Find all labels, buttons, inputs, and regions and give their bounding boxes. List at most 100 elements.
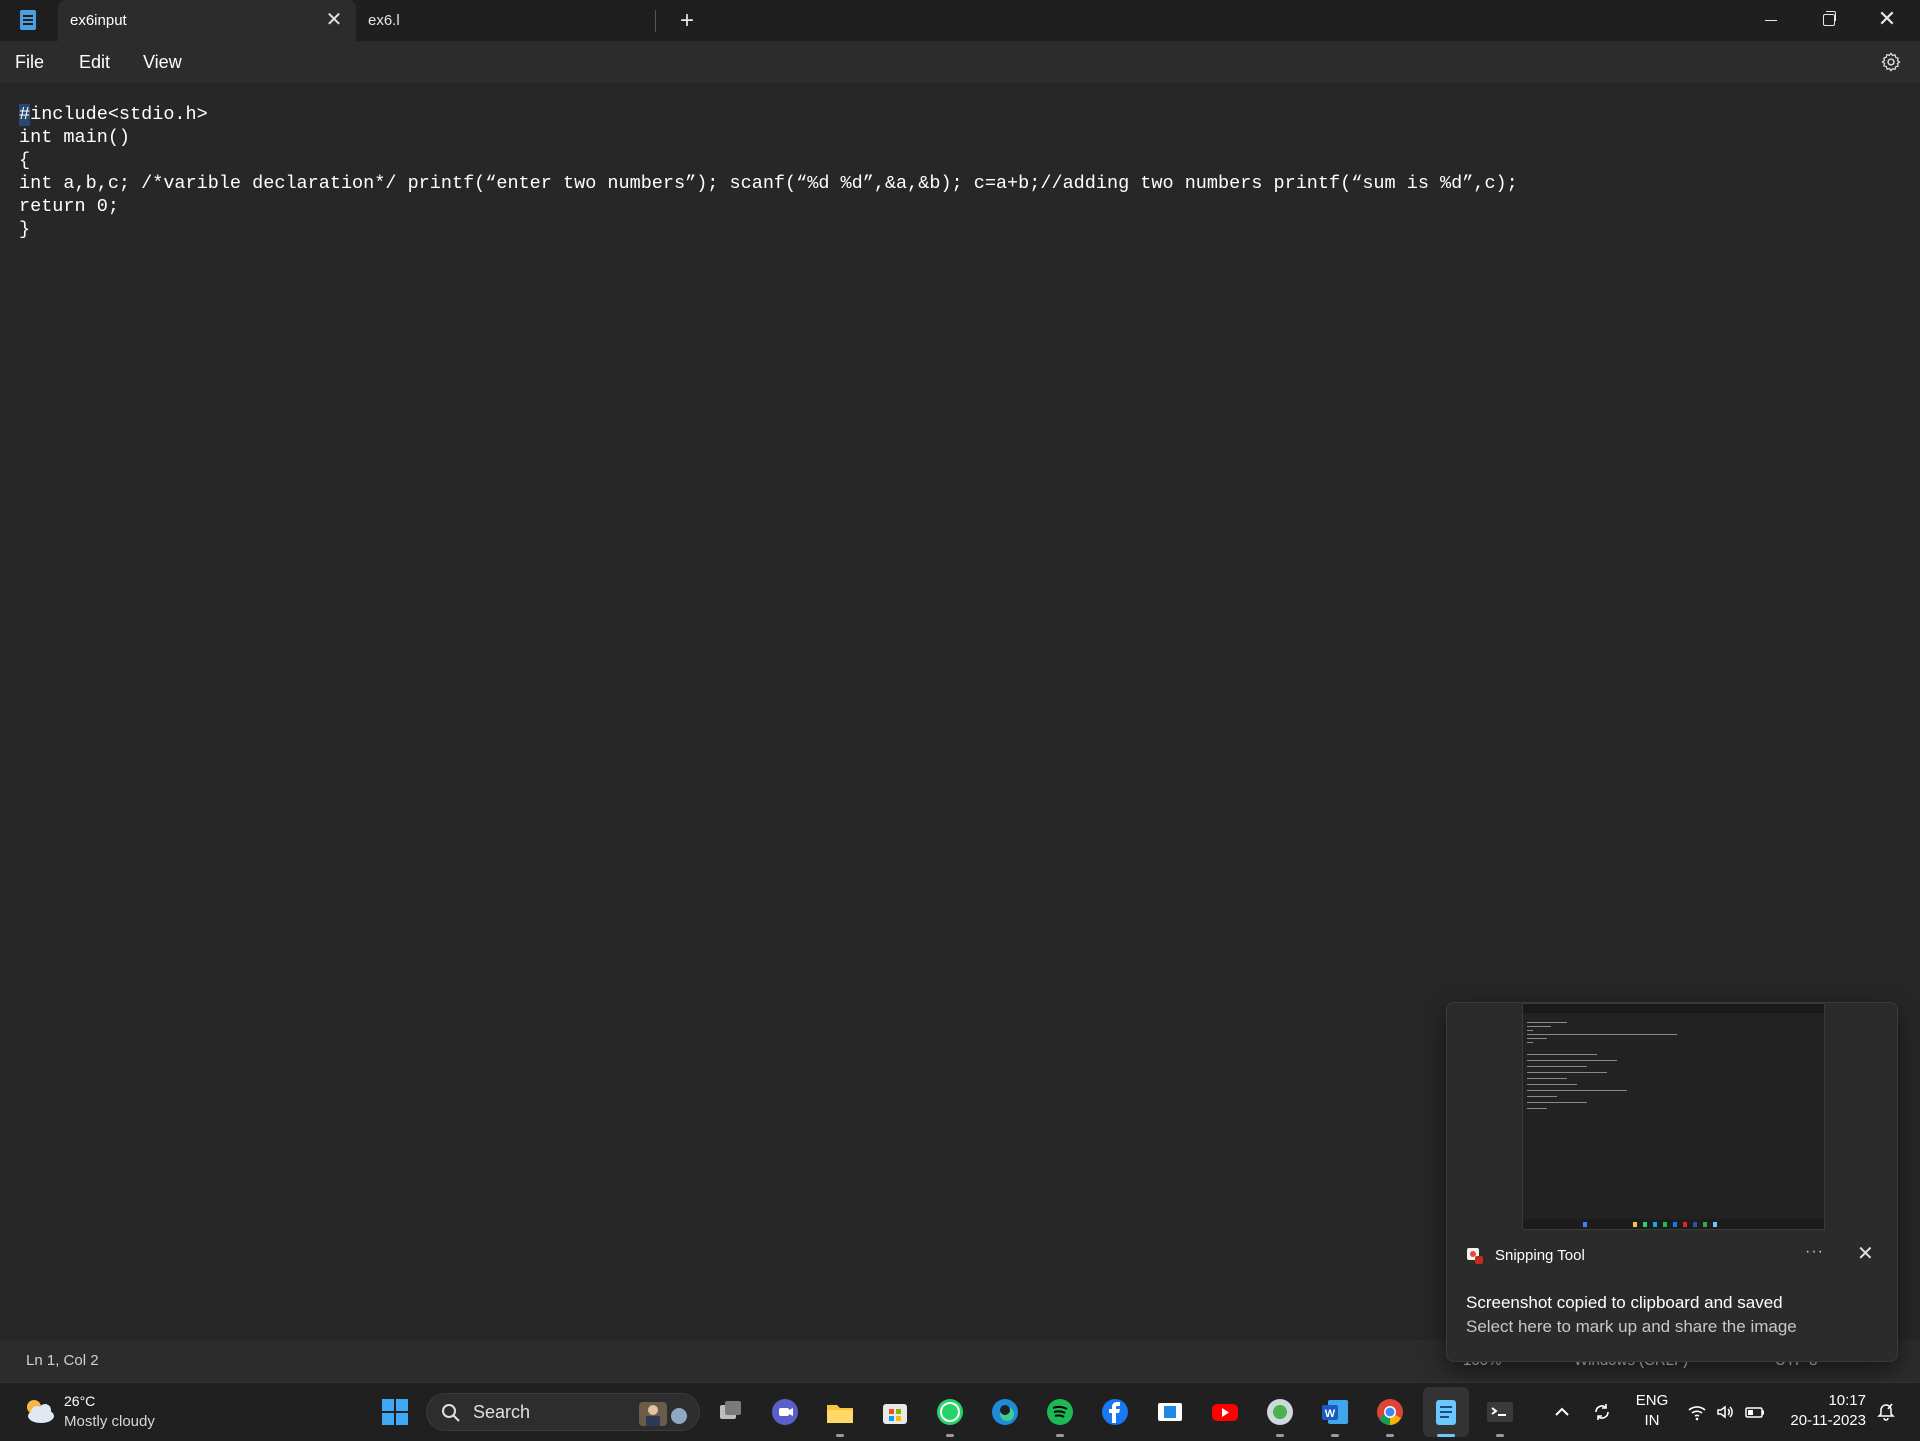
running-indicator bbox=[946, 1434, 954, 1437]
snipping-tool-icon bbox=[1467, 1248, 1483, 1264]
start-icon[interactable] bbox=[380, 1397, 410, 1427]
app-icon[interactable] bbox=[1265, 1397, 1295, 1427]
search-placeholder: Search bbox=[473, 1402, 531, 1422]
running-indicator bbox=[836, 1434, 844, 1437]
close-notification-icon[interactable]: ✕ bbox=[1857, 1241, 1874, 1266]
thumbnail-line bbox=[1527, 1078, 1567, 1079]
screenshot-thumbnail[interactable] bbox=[1522, 1003, 1825, 1230]
code-line: #include<stdio.h> bbox=[19, 104, 208, 125]
task-view-icon[interactable] bbox=[716, 1397, 746, 1427]
thumbnail-line bbox=[1527, 1084, 1577, 1085]
thumbnail-icon bbox=[1643, 1222, 1647, 1227]
battery-icon[interactable] bbox=[1745, 1402, 1765, 1422]
thumbnail-line bbox=[1527, 1042, 1533, 1043]
thumbnail-line bbox=[1527, 1090, 1627, 1091]
editor-text[interactable]: #include<stdio.h> int main() { int a,b,c… bbox=[19, 103, 1518, 241]
thumbnail-icon bbox=[1653, 1222, 1657, 1227]
restore-button[interactable] bbox=[1800, 0, 1858, 41]
thumbnail-taskbar bbox=[1523, 1219, 1824, 1229]
menu-view[interactable]: View bbox=[143, 41, 182, 83]
code-line: int a,b,c; /*varible declaration*/ print… bbox=[19, 173, 1518, 194]
weather-temperature[interactable]: 26°C bbox=[64, 1393, 95, 1409]
file-explorer-icon[interactable] bbox=[825, 1397, 855, 1427]
thumbnail-icon bbox=[1673, 1222, 1677, 1227]
thumbnail-line bbox=[1527, 1034, 1677, 1035]
restore-icon bbox=[1823, 11, 1836, 27]
store-icon[interactable] bbox=[880, 1397, 910, 1427]
menu-edit[interactable]: Edit bbox=[79, 41, 110, 83]
search-input[interactable]: Search bbox=[426, 1393, 700, 1431]
tab-divider bbox=[655, 10, 656, 32]
minimize-button[interactable] bbox=[1742, 0, 1800, 41]
whatsapp-icon[interactable] bbox=[935, 1397, 965, 1427]
edge-icon[interactable] bbox=[990, 1397, 1020, 1427]
thumbnail-line bbox=[1527, 1060, 1617, 1061]
thumbnail-icon bbox=[1693, 1222, 1697, 1227]
notification-app-name: Snipping Tool bbox=[1495, 1247, 1585, 1264]
sync-icon[interactable] bbox=[1592, 1402, 1612, 1422]
volume-icon[interactable] bbox=[1715, 1402, 1735, 1422]
spotify-icon[interactable] bbox=[1045, 1397, 1075, 1427]
weather-cloud-icon[interactable] bbox=[22, 1397, 56, 1425]
thumbnail-line bbox=[1527, 1102, 1587, 1103]
facebook-icon[interactable] bbox=[1100, 1397, 1130, 1427]
search-icon bbox=[442, 1404, 460, 1422]
teams-icon[interactable] bbox=[770, 1397, 800, 1427]
active-indicator bbox=[1437, 1434, 1455, 1437]
youtube-icon[interactable] bbox=[1210, 1397, 1240, 1427]
weather-description[interactable]: Mostly cloudy bbox=[64, 1413, 155, 1430]
notification-body: Select here to mark up and share the ima… bbox=[1466, 1317, 1797, 1336]
running-indicator bbox=[1386, 1434, 1394, 1437]
thumbnail-line bbox=[1527, 1030, 1533, 1031]
notification-title: Screenshot copied to clipboard and saved bbox=[1466, 1293, 1783, 1312]
notification-bell-icon[interactable] bbox=[1876, 1402, 1896, 1422]
tab-ex6input[interactable]: ex6input ✕ bbox=[58, 0, 356, 41]
thumbnail-icon bbox=[1683, 1222, 1687, 1227]
word-icon[interactable]: W bbox=[1320, 1397, 1350, 1427]
snipping-tool-notification[interactable]: Snipping Tool ··· ✕ Screenshot copied to… bbox=[1446, 1002, 1898, 1362]
more-options-icon[interactable]: ··· bbox=[1805, 1243, 1824, 1261]
menu-bar: File Edit View bbox=[0, 41, 1920, 83]
wifi-icon[interactable] bbox=[1687, 1402, 1707, 1422]
new-tab-button[interactable]: + bbox=[674, 0, 700, 41]
app-icon[interactable] bbox=[1155, 1397, 1185, 1427]
settings-gear-icon[interactable] bbox=[1880, 51, 1902, 73]
terminal-icon[interactable] bbox=[1485, 1397, 1515, 1427]
taskbar: 26°C Mostly cloudy Search W ENG IN 10:17… bbox=[0, 1382, 1920, 1441]
thumbnail-line bbox=[1527, 1096, 1557, 1097]
notepad-icon[interactable] bbox=[1431, 1397, 1461, 1427]
language-indicator[interactable]: ENG bbox=[1632, 1392, 1672, 1409]
thumbnail-icon bbox=[1703, 1222, 1707, 1227]
tab-label: ex6.l bbox=[368, 12, 400, 29]
search-highlight-icon bbox=[639, 1402, 687, 1426]
thumbnail-line bbox=[1527, 1038, 1547, 1039]
cursor-position: Ln 1, Col 2 bbox=[26, 1352, 99, 1369]
menu-file[interactable]: File bbox=[15, 41, 44, 83]
close-window-button[interactable]: ✕ bbox=[1858, 0, 1916, 41]
code-line: { bbox=[19, 150, 31, 171]
thumbnail-line bbox=[1527, 1066, 1587, 1067]
clock-date[interactable]: 20-11-2023 bbox=[1776, 1412, 1866, 1429]
region-indicator[interactable]: IN bbox=[1632, 1412, 1672, 1429]
thumbnail-icon bbox=[1663, 1222, 1667, 1227]
title-bar: ex6input ✕ ex6.l + ✕ bbox=[0, 0, 1920, 41]
tab-label: ex6input bbox=[70, 12, 127, 29]
chevron-up-icon[interactable] bbox=[1552, 1402, 1572, 1422]
chrome-icon[interactable] bbox=[1375, 1397, 1405, 1427]
thumbnail-icon bbox=[1633, 1222, 1637, 1227]
code-line: return 0; bbox=[19, 196, 119, 217]
thumbnail-line bbox=[1527, 1108, 1547, 1109]
thumbnail-icon bbox=[1583, 1222, 1587, 1227]
thumbnail-line bbox=[1527, 1054, 1597, 1055]
minimize-icon bbox=[1765, 19, 1777, 21]
running-indicator bbox=[1496, 1434, 1504, 1437]
thumbnail-icon bbox=[1713, 1222, 1717, 1227]
code-line: int main() bbox=[19, 127, 131, 148]
thumbnail-line bbox=[1527, 1026, 1551, 1027]
tab-ex6-l[interactable]: ex6.l bbox=[356, 0, 656, 41]
svg-text:W: W bbox=[1325, 1408, 1336, 1420]
close-tab-icon[interactable]: ✕ bbox=[324, 0, 344, 41]
thumbnail-titlebar bbox=[1523, 1004, 1824, 1013]
running-indicator bbox=[1056, 1434, 1064, 1437]
clock-time[interactable]: 10:17 bbox=[1786, 1392, 1866, 1409]
